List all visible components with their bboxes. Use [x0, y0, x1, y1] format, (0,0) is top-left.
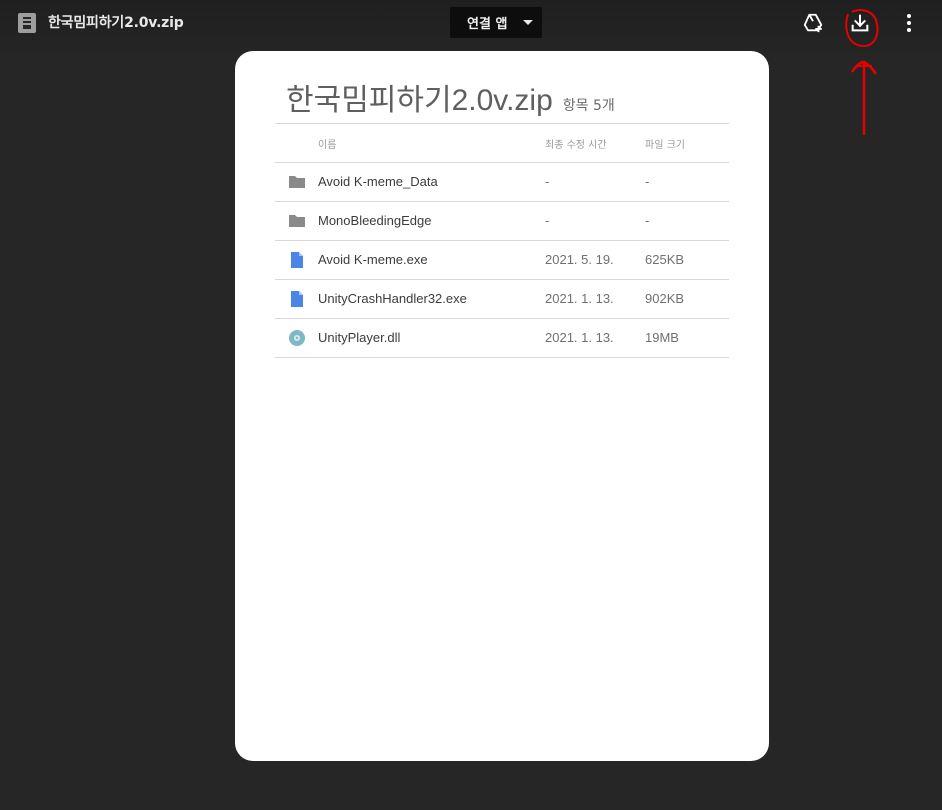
document-icon — [291, 252, 303, 268]
file-size: - — [645, 213, 650, 228]
file-size: 19MB — [645, 330, 679, 345]
table-row[interactable]: MonoBleedingEdge - - — [275, 202, 729, 241]
file-title: 한국밈피하기2.0v.zip — [48, 15, 184, 31]
file-modified: - — [545, 213, 550, 228]
file-name: UnityPlayer.dll — [318, 330, 401, 345]
file-name: Avoid K-meme.exe — [318, 252, 428, 267]
file-modified: - — [545, 174, 550, 189]
column-size-header: 파일 크기 — [645, 140, 685, 151]
column-name-header: 이름 — [318, 140, 337, 151]
download-icon[interactable] — [848, 11, 872, 35]
document-icon — [291, 291, 303, 307]
file-size: 902KB — [645, 291, 685, 306]
file-name: MonoBleedingEdge — [318, 213, 432, 228]
column-modified-header: 최종 수정 시간 — [545, 140, 607, 151]
item-count: 항목 5개 — [562, 98, 615, 114]
table-header: 이름 최종 수정 시간 파일 크기 — [275, 124, 729, 163]
file-modified: 2021. 5. 19. — [545, 252, 614, 267]
file-size: 625KB — [645, 252, 685, 267]
open-with-button[interactable]: 연결 앱 — [450, 7, 542, 38]
file-table: 이름 최종 수정 시간 파일 크기 Avoid K-meme_Data - - … — [275, 123, 729, 358]
table-row[interactable]: UnityPlayer.dll 2021. 1. 13. 19MB — [275, 319, 729, 358]
file-name: UnityCrashHandler32.exe — [318, 291, 467, 306]
chevron-down-icon — [523, 20, 533, 25]
file-modified: 2021. 1. 13. — [545, 291, 614, 306]
file-name: Avoid K-meme_Data — [318, 174, 438, 189]
zip-contents-card: 한국밈피하기2.0v.zip 항목 5개 이름 최종 수정 시간 파일 크기 A… — [235, 51, 769, 761]
file-size: - — [645, 174, 650, 189]
file-modified: 2021. 1. 13. — [545, 330, 614, 345]
zip-file-icon — [18, 13, 36, 33]
card-header: 한국밈피하기2.0v.zip 항목 5개 — [286, 75, 615, 119]
open-with-label: 연결 앱 — [467, 17, 508, 32]
folder-icon — [289, 215, 305, 227]
more-vert-icon[interactable] — [897, 11, 921, 35]
table-row[interactable]: UnityCrashHandler32.exe 2021. 1. 13. 902… — [275, 280, 729, 319]
zip-name: 한국밈피하기2.0v.zip — [286, 84, 553, 117]
drive-zip-preview: 한국밈피하기2.0v.zip 연결 앱 한국밈피하기2.0v.zip 항목 5개… — [0, 0, 942, 810]
add-to-drive-icon[interactable] — [801, 11, 825, 35]
table-row[interactable]: Avoid K-meme_Data - - — [275, 163, 729, 202]
disc-icon — [289, 330, 305, 346]
top-bar: 한국밈피하기2.0v.zip 연결 앱 — [0, 0, 942, 135]
folder-icon — [289, 176, 305, 188]
table-row[interactable]: Avoid K-meme.exe 2021. 5. 19. 625KB — [275, 241, 729, 280]
